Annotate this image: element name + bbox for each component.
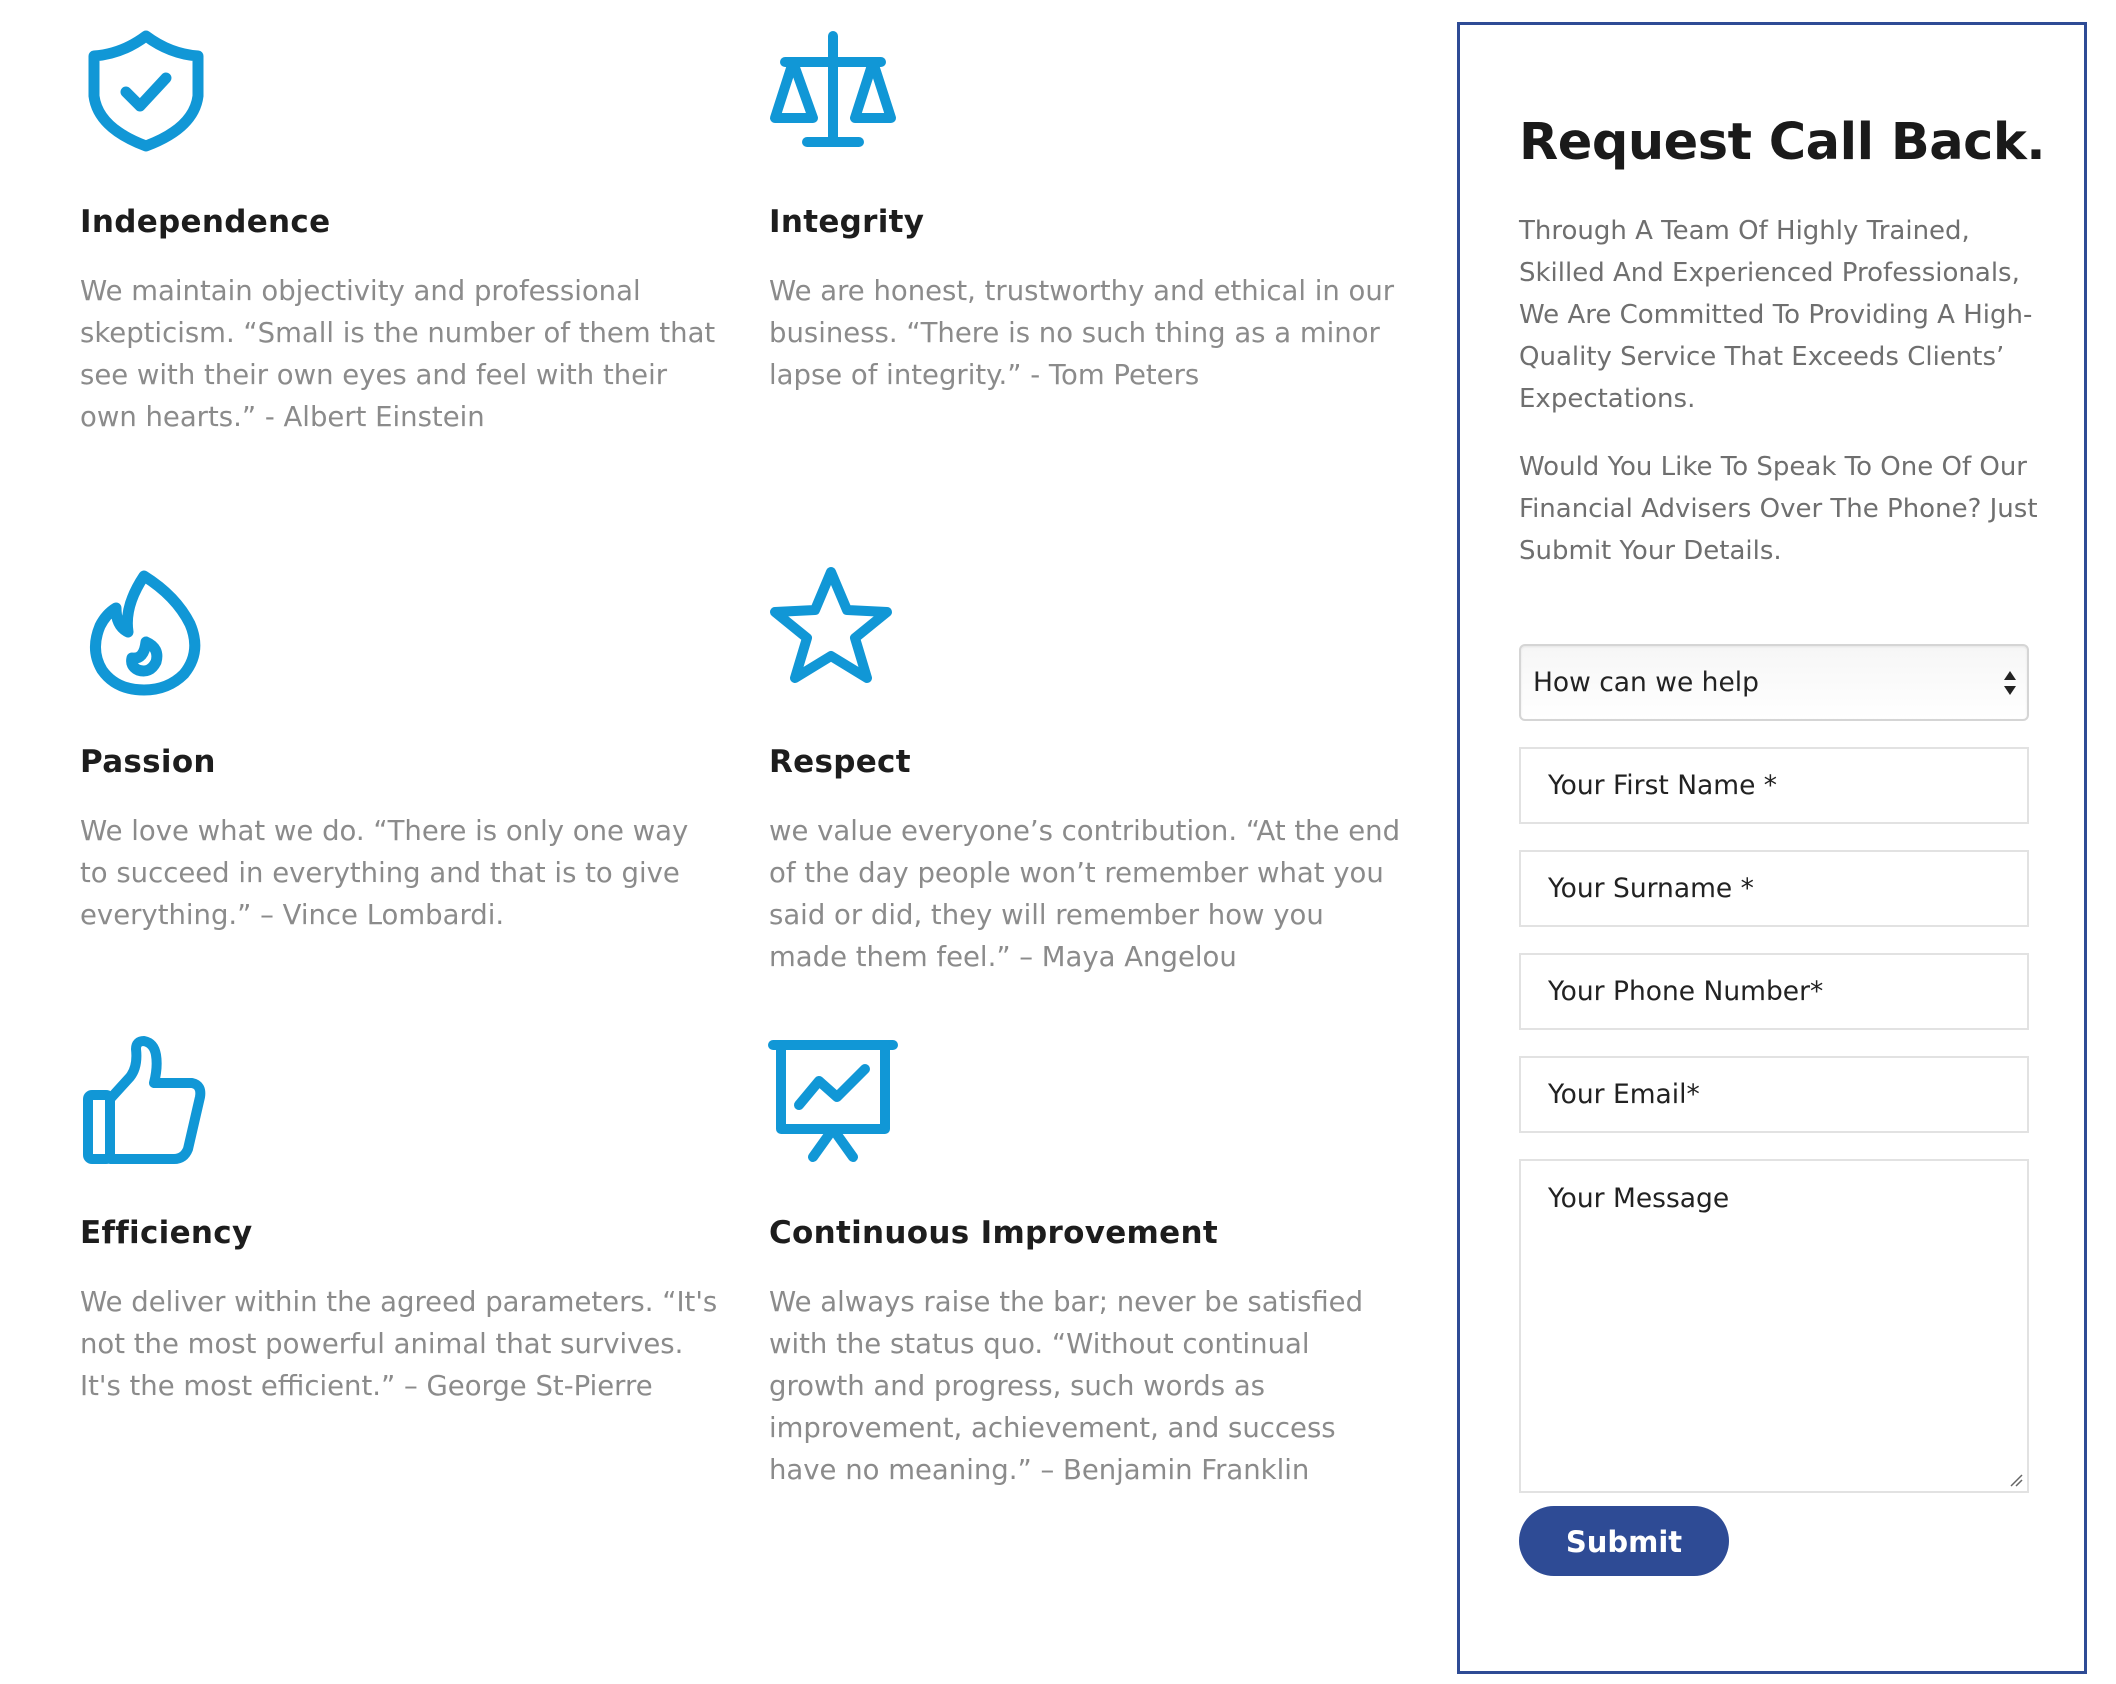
presentation-chart-icon: [763, 1033, 903, 1173]
submit-button[interactable]: Submit: [1519, 1506, 1729, 1576]
resize-grip-icon[interactable]: [2009, 1473, 2023, 1487]
value-card-independence: Independence We maintain objectivity and…: [80, 22, 720, 462]
value-description: we value everyone’s contribution. “At th…: [769, 815, 1401, 973]
scales-icon: [763, 22, 903, 162]
help-select[interactable]: How can we help: [1519, 644, 2029, 721]
value-title: Independence: [80, 204, 331, 240]
surname-input[interactable]: Your Surname *: [1519, 850, 2029, 927]
value-description: We are honest, trustworthy and ethical i…: [769, 275, 1395, 391]
value-description: We always raise the bar; never be satisf…: [769, 1286, 1364, 1486]
value-title: Efficiency: [80, 1215, 253, 1251]
email-input[interactable]: Your Email*: [1519, 1056, 2029, 1133]
request-callback-panel: Request Call Back. Through A Team Of Hig…: [1457, 22, 2087, 1674]
panel-intro: Through A Team Of Highly Trained, Skille…: [1519, 216, 2033, 414]
value-card-efficiency: Efficiency We deliver within the agreed …: [80, 1033, 720, 1473]
first-name-input[interactable]: Your First Name *: [1519, 747, 2029, 824]
value-title: Integrity: [769, 204, 925, 240]
thumbs-up-icon: [74, 1033, 214, 1173]
help-select-value: How can we help: [1533, 667, 1759, 698]
value-card-respect: Respect we value everyone’s contribution…: [769, 562, 1409, 1002]
flame-icon: [76, 562, 216, 702]
value-title: Respect: [769, 744, 911, 780]
panel-intro-cta: Would You Like To Speak To One Of Our Fi…: [1519, 452, 2038, 566]
value-description: We deliver within the agreed parameters.…: [80, 1286, 718, 1402]
panel-title: Request Call Back.: [1519, 113, 2046, 172]
shield-check-icon: [76, 22, 216, 162]
value-description: We maintain objectivity and professional…: [80, 275, 716, 433]
message-placeholder: Your Message: [1548, 1183, 1730, 1214]
value-card-passion: Passion We love what we do. “There is on…: [80, 562, 720, 1002]
message-textarea[interactable]: Your Message: [1519, 1159, 2029, 1493]
star-icon: [761, 562, 901, 702]
value-card-continuous-improvement: Continuous Improvement We always raise t…: [768, 1033, 1409, 1486]
value-card-integrity: Integrity We are honest, trustworthy and…: [769, 22, 1409, 462]
value-description: We love what we do. “There is only one w…: [80, 815, 689, 931]
value-title: Passion: [80, 744, 216, 780]
select-arrows-icon: [2004, 671, 2016, 695]
value-title: Continuous Improvement: [769, 1215, 1218, 1251]
phone-input[interactable]: Your Phone Number*: [1519, 953, 2029, 1030]
